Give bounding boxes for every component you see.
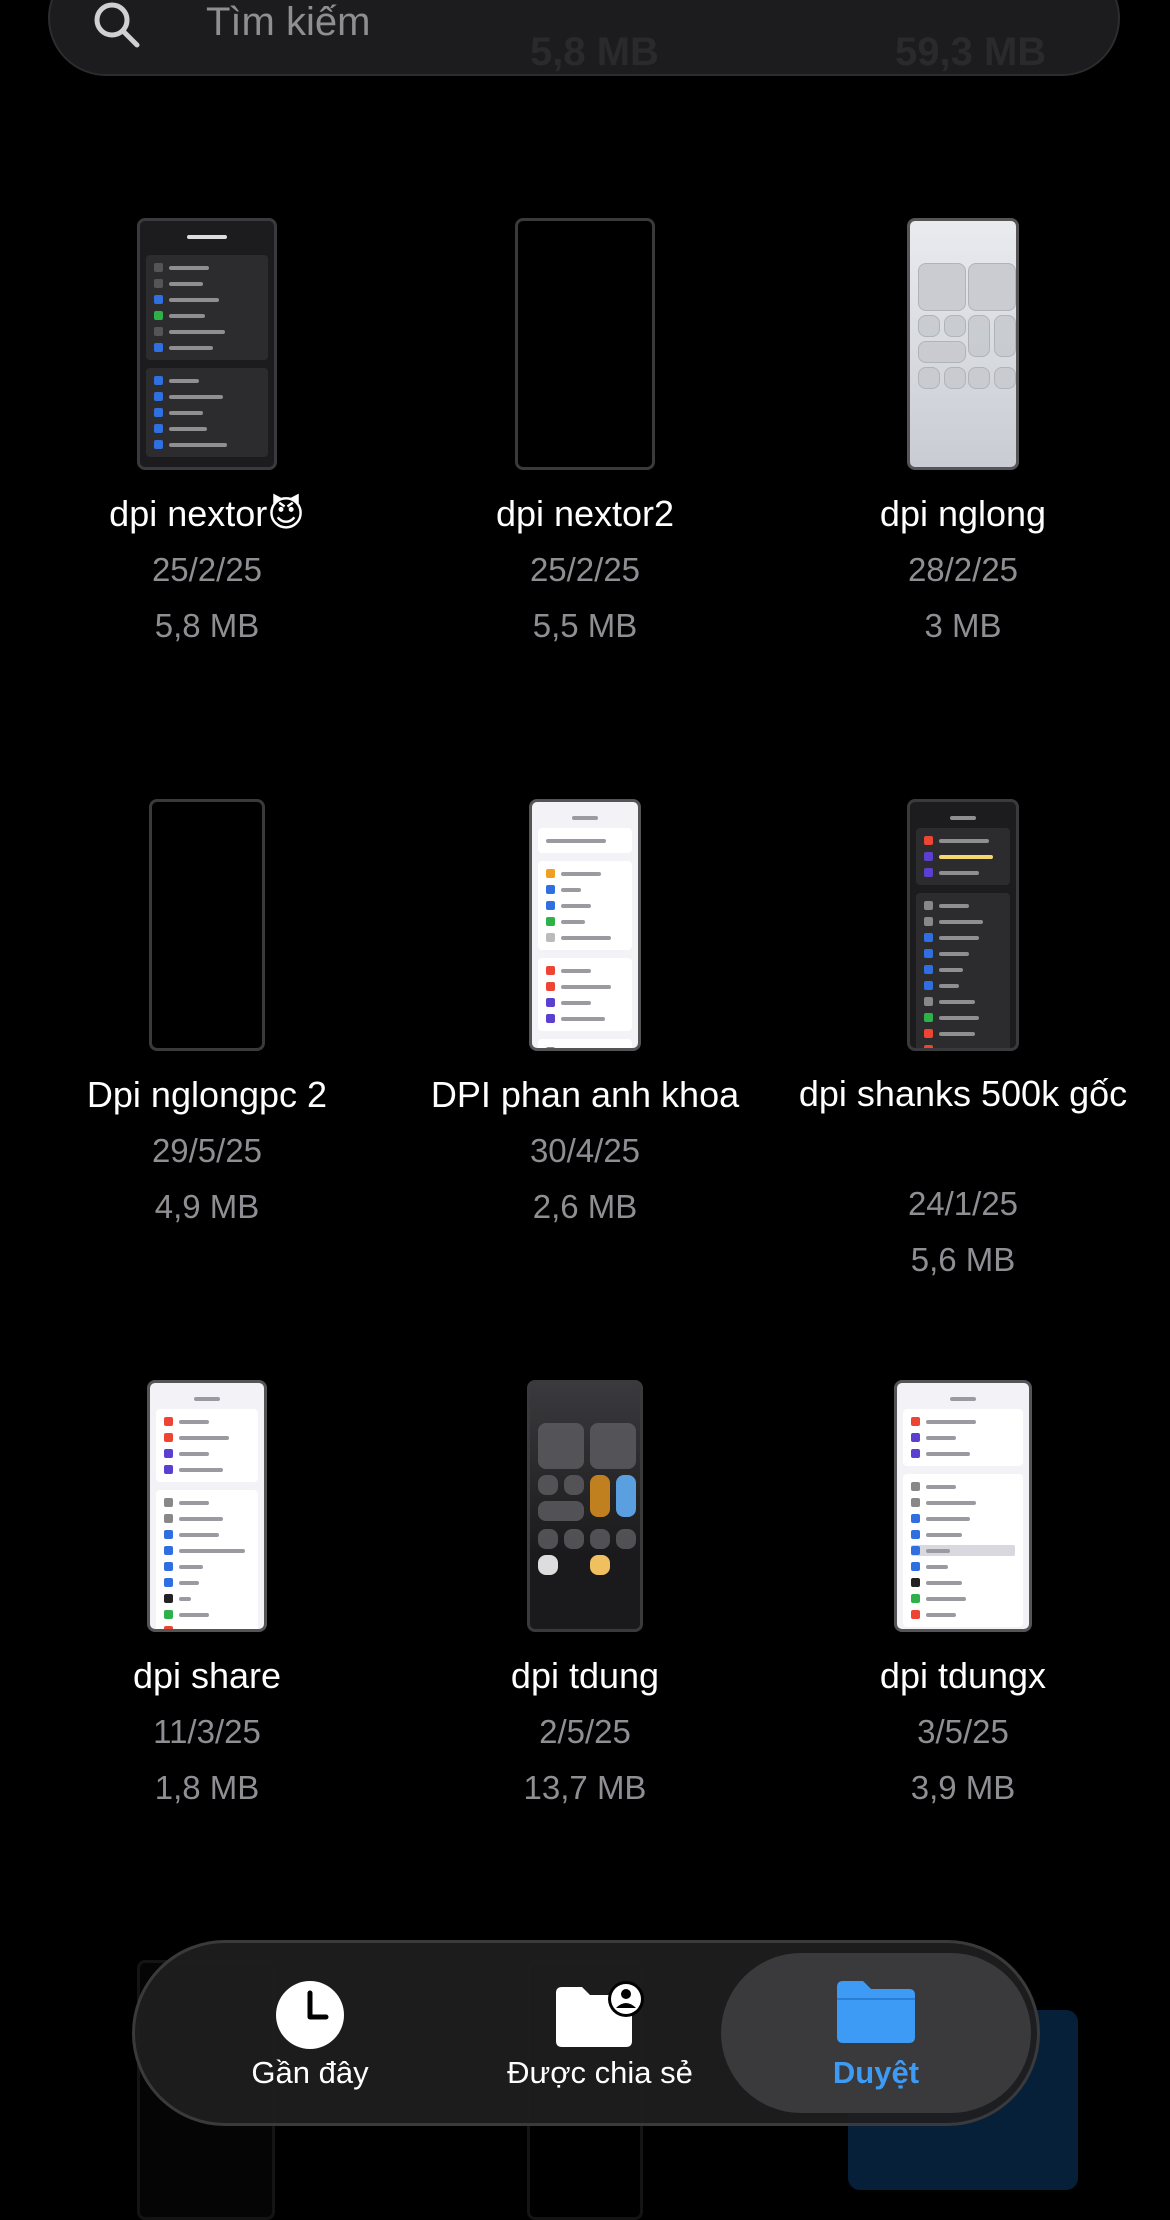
file-size: 5,5 MB [532,607,638,644]
file-name: dpi tdungx [879,1655,1047,1696]
file-grid: dpi nextor😈 25/2/25 5,8 MB dpi nextor2 2… [0,0,1170,2220]
tab-label: Gần đây [251,2055,369,2090]
clock-icon [276,1981,344,2049]
file-size: 3 MB [924,607,1002,644]
tab-shared[interactable]: Được chia sẻ [445,1943,755,2123]
file-thumbnail [137,218,277,470]
file-date: 11/3/25 [153,1713,261,1750]
file-thumbnail [527,1380,643,1632]
file-thumbnail [149,799,265,1051]
file-size: 3,9 MB [910,1769,1016,1806]
file-date: 29/5/25 [151,1132,263,1169]
file-date: 25/2/25 [529,551,641,588]
file-size: 4,9 MB [154,1188,260,1225]
file-name: dpi share [132,1655,282,1696]
tab-browse[interactable]: Duyệt [721,1953,1031,2113]
file-date: 28/2/25 [907,551,1019,588]
folder-icon [837,1981,915,2043]
file-date: 30/4/25 [529,1132,641,1169]
file-thumbnail [147,1380,267,1632]
file-size: 5,6 MB [910,1241,1016,1278]
file-name: Dpi nglongpc 2 [86,1074,328,1115]
file-name: dpi nglong [879,493,1047,534]
shared-folder-icon [556,1981,644,2047]
file-name: DPI phan anh khoa [430,1074,740,1115]
file-date: 25/2/25 [151,551,263,588]
tab-label: Duyệt [832,2055,920,2090]
file-name: dpi tdung [510,1655,660,1696]
file-date: 2/5/25 [539,1713,631,1750]
file-thumbnail [529,799,641,1051]
file-date: 3/5/25 [917,1713,1009,1750]
file-name: dpi shanks 500k gốc [798,1073,1128,1114]
file-name: dpi nextor😈 [109,493,305,534]
file-thumbnail [515,218,655,470]
file-thumbnail [907,799,1019,1051]
file-thumbnail [907,218,1019,470]
tab-recents[interactable]: Gần đây [165,1943,455,2123]
tab-label: Được chia sẻ [507,2055,693,2090]
file-date: 24/1/25 [907,1185,1019,1222]
file-name: dpi nextor2 [495,493,675,534]
file-size: 13,7 MB [523,1769,647,1806]
file-size: 1,8 MB [154,1769,260,1806]
file-size: 2,6 MB [532,1188,638,1225]
file-thumbnail [894,1380,1032,1632]
file-size: 5,8 MB [154,607,260,644]
tab-bar: Gần đây Được chia sẻ Duyệt [132,1940,1040,2126]
